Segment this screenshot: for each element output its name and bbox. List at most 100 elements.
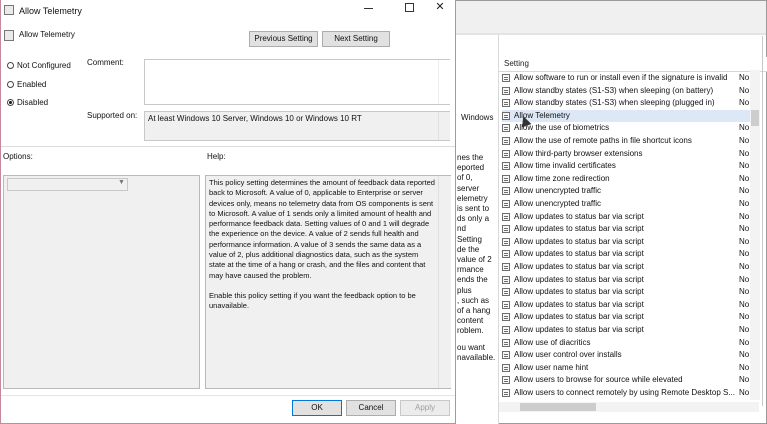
policy-setting-icon (502, 263, 510, 271)
setting-state: No (739, 350, 750, 360)
enabled-radio[interactable] (7, 81, 14, 88)
description-snippet: ds only a (457, 214, 490, 224)
setting-row[interactable]: Allow updates to status bar via script No (502, 286, 758, 298)
settings-hscrollbar-thumb[interactable] (520, 403, 596, 411)
setting-row[interactable]: Allow users to browse for source while e… (502, 374, 758, 386)
chevron-down-icon: ▼ (118, 179, 125, 186)
setting-name: Allow users to browse for source while e… (514, 375, 683, 385)
setting-row[interactable]: Allow software to run or install even if… (502, 72, 758, 84)
policy-setting-icon (502, 99, 510, 108)
next-setting-button[interactable]: Next Setting (322, 31, 390, 47)
policy-setting-icon (502, 111, 510, 120)
setting-row[interactable]: Allow updates to status bar via script No (502, 311, 758, 323)
help-label: Help: (207, 152, 226, 161)
setting-name: Allow updates to status bar via script (514, 236, 644, 246)
setting-row[interactable]: Allow updates to status bar via script No (502, 299, 758, 311)
description-snippet: de the (457, 244, 480, 254)
policy-setting-icon (502, 237, 510, 246)
setting-row[interactable]: Allow updates to status bar via script No (502, 261, 758, 273)
setting-name: Allow updates to status bar via script (514, 224, 644, 234)
setting-row[interactable]: Allow updates to status bar via script No (502, 236, 758, 248)
description-snippet: Setting (457, 234, 482, 244)
maximize-button[interactable] (398, 0, 420, 16)
policy-setting-icon (502, 137, 510, 145)
setting-name: Allow updates to status bar via script (514, 299, 644, 309)
help-text: This policy setting determines the amoun… (209, 178, 435, 322)
setting-row[interactable]: Allow user control over installs No (502, 349, 758, 361)
description-snippet: roblem. (457, 326, 484, 336)
comment-scrollbar[interactable] (438, 60, 450, 104)
setting-state: No (739, 224, 750, 234)
options-dropdown[interactable] (7, 178, 128, 191)
setting-state: No (739, 236, 750, 246)
setting-row[interactable]: Allow the use of biometrics No (502, 122, 758, 134)
setting-row[interactable]: Allow updates to status bar via script No (502, 324, 758, 336)
comment-textarea[interactable] (144, 59, 450, 105)
setting-row[interactable]: Allow unencrypted traffic No (502, 198, 758, 210)
enabled-label[interactable]: Enabled (17, 80, 46, 89)
options-label: Options: (3, 152, 33, 161)
settings-scrollbar-thumb[interactable] (751, 110, 759, 126)
setting-row[interactable]: Allow user name hint No (502, 362, 758, 374)
setting-name: Allow updates to status bar via script (514, 312, 644, 322)
setting-row[interactable]: Allow unencrypted traffic No (502, 185, 758, 197)
setting-row[interactable]: Allow users to connect remotely by using… (502, 387, 758, 399)
setting-state: No (739, 85, 750, 95)
setting-row[interactable]: Allow standby states (S1-S3) when sleepi… (502, 85, 758, 97)
help-scrollbar[interactable] (438, 176, 451, 388)
setting-name: Allow updates to status bar via script (514, 287, 644, 297)
policy-setting-icon (502, 338, 510, 347)
policy-setting-icon (502, 174, 510, 183)
setting-row[interactable]: Allow standby states (S1-S3) when sleepi… (502, 97, 758, 109)
policy-setting-icon (502, 74, 510, 82)
setting-name: Allow time invalid certificates (514, 161, 616, 171)
description-snippet: content (457, 316, 484, 326)
window-edge-divider (762, 36, 763, 406)
setting-name: Allow user name hint (514, 362, 589, 372)
setting-row[interactable]: Allow updates to status bar via script No (502, 211, 758, 223)
setting-name: Allow users to connect remotely by using… (514, 388, 735, 397)
policy-setting-icon (502, 288, 510, 297)
description-snippet: server (457, 183, 480, 193)
setting-name: Allow standby states (S1-S3) when sleepi… (514, 98, 715, 108)
ok-button[interactable]: OK (292, 400, 342, 416)
setting-row[interactable]: Allow time zone redirection No (502, 173, 758, 185)
setting-name: Allow use of diacritics (514, 337, 591, 347)
minimize-button[interactable] (358, 0, 380, 16)
disabled-label[interactable]: Disabled (17, 98, 48, 107)
policy-setting-icon (502, 363, 510, 372)
description-snippet: plus (457, 285, 472, 295)
setting-row[interactable]: Allow time invalid certificates No (502, 160, 758, 172)
not-configured-label[interactable]: Not Configured (17, 61, 71, 70)
setting-state: No (739, 161, 750, 171)
setting-row[interactable]: Allow the use of remote paths in file sh… (502, 135, 758, 147)
setting-row[interactable]: Allow updates to status bar via script No (502, 274, 758, 286)
setting-row[interactable]: Allow Telemetry (502, 109, 758, 122)
setting-state: No (739, 173, 750, 183)
disabled-radio[interactable] (7, 99, 14, 106)
setting-row[interactable]: Allow updates to status bar via script No (502, 223, 758, 235)
description-snippet: nd (457, 224, 466, 234)
policy-title: Allow Telemetry (19, 30, 75, 39)
setting-name: Allow updates to status bar via script (514, 211, 644, 221)
previous-setting-button[interactable]: Previous Setting (249, 31, 318, 47)
policy-setting-icon (502, 326, 510, 334)
setting-row[interactable]: Allow third-party browser extensions No (502, 148, 758, 160)
settings-column-header-row (499, 57, 767, 72)
footer-divider (1, 395, 455, 396)
supported-on-scrollbar[interactable] (438, 112, 450, 140)
setting-row[interactable]: Allow updates to status bar via script No (502, 248, 758, 260)
policy-setting-icon (502, 86, 510, 95)
setting-state: No (739, 123, 750, 133)
apply-button[interactable]: Apply (400, 400, 450, 416)
setting-name: Allow updates to status bar via script (514, 262, 644, 271)
close-button[interactable]: ✕ (426, 0, 454, 16)
setting-row[interactable]: Allow use of diacritics No (502, 337, 758, 349)
help-paragraph: Enable this policy setting if you want t… (209, 290, 416, 311)
policy-setting-icon (502, 212, 510, 221)
policy-setting-icon (502, 313, 510, 322)
setting-column-header[interactable]: Setting (504, 59, 529, 68)
cancel-button[interactable]: Cancel (346, 400, 396, 416)
not-configured-radio[interactable] (7, 62, 14, 69)
description-snippet: navailable. (457, 352, 496, 362)
